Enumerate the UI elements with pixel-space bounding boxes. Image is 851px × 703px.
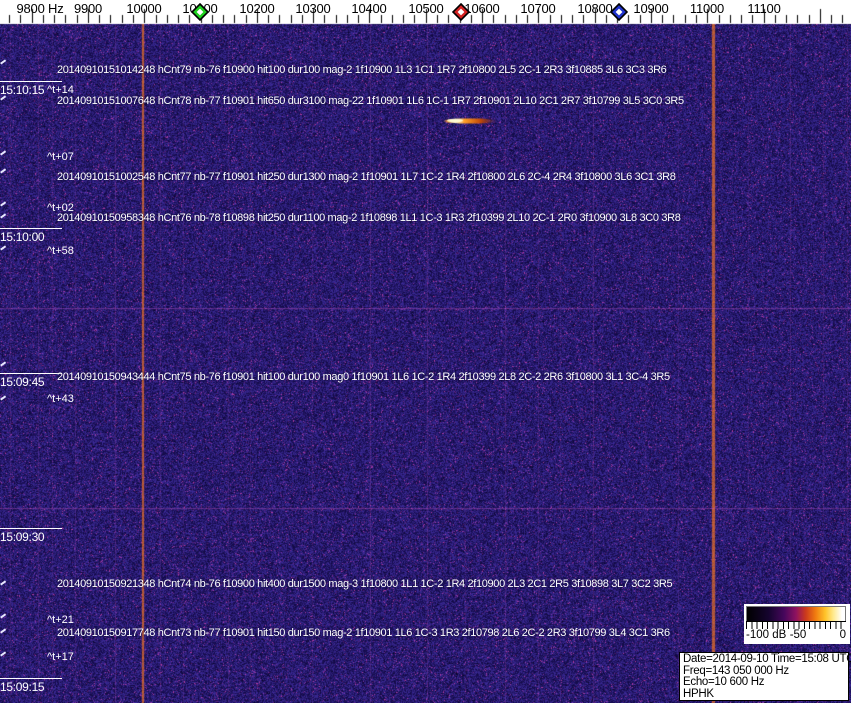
marker-red-diamond[interactable]	[451, 2, 471, 22]
marker-blue-diamond[interactable]	[609, 2, 629, 22]
spectrogram-display[interactable]	[0, 0, 851, 703]
db-color-scale: -100 dB -50 0	[744, 604, 850, 644]
db-scale-min-label: -100 dB	[746, 629, 787, 641]
info-echo: Echo=10 600 Hz	[683, 676, 765, 688]
info-station-id: HPHK	[683, 687, 714, 700]
color-scale-ticks	[746, 621, 846, 629]
db-scale-max-label: 0	[839, 629, 846, 641]
status-info-box: Date=2014-09-10 Time=15:08 UTC Freq=143 …	[679, 652, 851, 701]
marker-green-diamond[interactable]	[190, 2, 210, 22]
color-gradient-bar	[746, 606, 846, 621]
spectrogram-app-window: 9800 Hz990010000101001020010300104001050…	[0, 0, 851, 703]
info-date-time: Date=2014-09-10 Time=15:08 UTC	[683, 653, 851, 665]
db-scale-mid-label: -50	[789, 629, 807, 641]
